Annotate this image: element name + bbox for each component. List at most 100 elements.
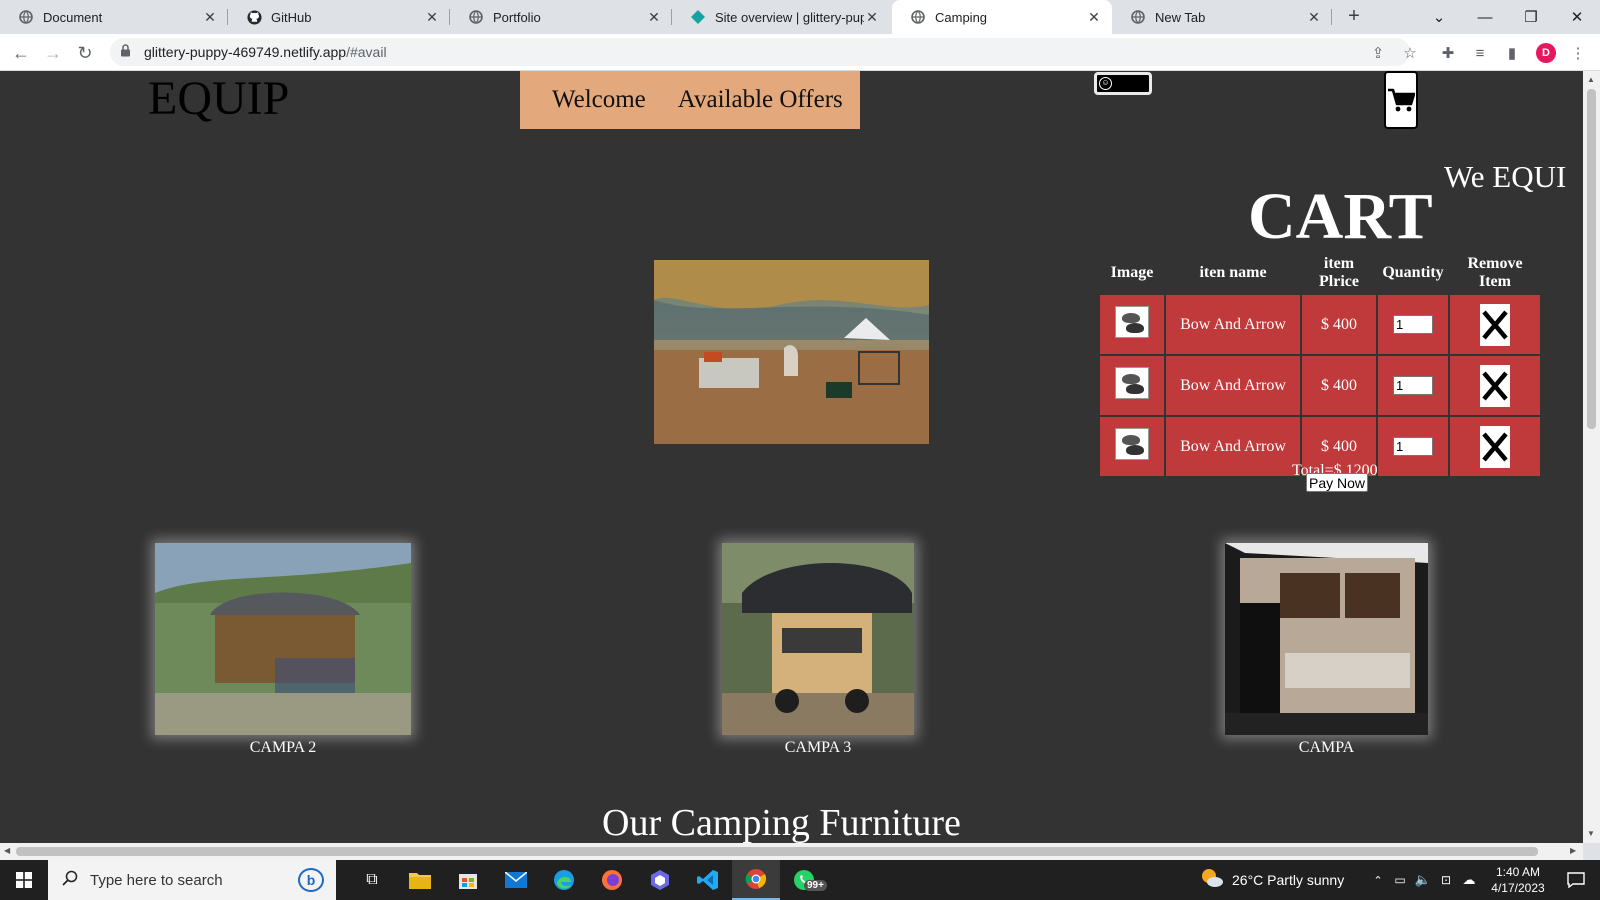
side-panel-icon[interactable]: ▮ [1500,41,1524,65]
card-caption: CAMPA 2 [249,739,317,756]
volume-icon[interactable]: 🔈 [1412,860,1434,900]
cart-header-row: Image iten name item Plrice Quantity Rem… [1100,253,1540,293]
cart-button[interactable] [1384,71,1418,129]
bing-icon[interactable]: b [298,868,324,892]
file-explorer-icon[interactable] [396,860,444,900]
tab-title: Site overview | glittery-puppy [715,9,864,25]
taskbar-search[interactable]: Type here to search b [48,860,336,900]
store-icon[interactable] [444,860,492,900]
tab-strip: Document ✕ GitHub ✕ Portfolio ✕ Site ove… [0,0,1600,34]
cart-item-name: Bow And Arrow [1166,295,1300,354]
firefox-icon[interactable] [588,860,636,900]
forward-button[interactable]: → [40,40,66,66]
header-item-price: item Plrice [1319,255,1359,290]
minimize-button[interactable]: — [1462,0,1508,34]
product-card[interactable]: CAMPA 3 [722,543,914,757]
tab-new-tab[interactable]: New Tab ✕ [1112,0,1332,34]
quantity-input[interactable] [1393,315,1433,334]
tab-camping[interactable]: Camping ✕ [892,0,1112,34]
cart-cell-image [1100,417,1164,476]
product-card[interactable]: CAMPA 2 [155,543,411,757]
horizontal-scrollbar[interactable]: ◀ ▶ [0,843,1583,860]
close-icon [1482,371,1508,400]
clock-time: 1:40 AM [1495,865,1541,879]
scrollbar-thumb[interactable] [16,847,1538,856]
tab-site-overview[interactable]: Site overview | glittery-puppy ✕ [672,0,890,34]
pay-now-button[interactable]: Pay Now [1306,473,1369,492]
search-placeholder: Type here to search [90,871,223,889]
app-icon[interactable] [636,860,684,900]
close-tab-icon[interactable]: ✕ [1086,9,1102,26]
tab-title: Document [43,9,103,25]
page-viewport: EQUIP Welcome Available Offers ☺ We EQUI… [0,71,1583,843]
share-icon[interactable]: ⇪ [1366,41,1390,65]
clock[interactable]: 1:40 AM 4/17/2023 [1484,860,1552,900]
onedrive-icon[interactable]: ☁ [1458,860,1480,900]
scroll-up-arrow-icon[interactable]: ▲ [1587,75,1595,84]
remove-item-button[interactable] [1480,364,1510,407]
theme-toggle[interactable]: ☺ [1094,72,1152,95]
tab-github[interactable]: GitHub ✕ [228,0,450,34]
network-icon[interactable]: ⊡ [1436,860,1456,900]
nav-offers-link[interactable]: Available Offers [678,86,843,114]
remove-item-button[interactable] [1480,303,1510,346]
scroll-down-arrow-icon[interactable]: ▼ [1587,829,1595,838]
browser-toolbar: ← → ↻ glittery-puppy-469749.netlify.app /… [0,34,1600,71]
profile-avatar[interactable]: D [1536,43,1556,63]
close-tab-icon[interactable]: ✕ [202,9,218,26]
cart-heading: CART [1248,180,1433,253]
address-bar[interactable]: glittery-puppy-469749.netlify.app/#avail [110,38,1410,66]
remove-item-button[interactable] [1480,425,1510,468]
vertical-scrollbar[interactable]: ▲ ▼ [1583,71,1600,843]
windows-start-icon[interactable] [0,860,48,900]
tab-document[interactable]: Document ✕ [0,0,228,34]
task-view-icon[interactable]: ⧉ [348,860,396,900]
cart-cell-remove [1450,295,1540,354]
scroll-left-arrow-icon[interactable]: ◀ [4,846,10,855]
mail-icon[interactable] [492,860,540,900]
back-button[interactable]: ← [8,40,34,66]
cart-cell-remove [1450,417,1540,476]
quantity-input[interactable] [1393,376,1433,395]
tab-portfolio[interactable]: Portfolio ✕ [450,0,672,34]
whatsapp-icon[interactable]: 99+ [780,860,828,900]
cart-cell-qty [1378,417,1448,476]
card-caption: CAMPA 3 [784,739,852,756]
lock-icon [120,44,134,60]
quantity-input[interactable] [1393,437,1433,456]
maximize-button[interactable]: ❐ [1508,0,1554,34]
tray-chevron-icon[interactable]: ⌃ [1368,860,1388,900]
close-tab-icon[interactable]: ✕ [1306,9,1322,26]
tab-title: New Tab [1155,9,1206,25]
nav-welcome-link[interactable]: Welcome [552,86,646,114]
bookmark-star-icon[interactable]: ☆ [1398,41,1422,65]
chrome-icon[interactable] [732,860,780,900]
close-window-button[interactable]: ✕ [1554,0,1600,34]
close-tab-icon[interactable]: ✕ [864,9,880,26]
product-card[interactable]: CAMPA [1225,543,1428,757]
scroll-right-arrow-icon[interactable]: ▶ [1570,846,1576,855]
cart-cell-remove [1450,356,1540,415]
new-tab-button[interactable]: + [1342,5,1366,29]
close-tab-icon[interactable]: ✕ [424,9,440,26]
notifications-icon[interactable] [1556,860,1596,900]
vscode-icon[interactable] [684,860,732,900]
card-caption: CAMPA [1298,739,1355,756]
reading-list-icon[interactable]: ≡ [1468,41,1492,65]
extensions-icon[interactable]: ✚ [1436,41,1460,65]
site-logo: EQUIP [148,72,290,125]
hero-camping-photo [654,260,929,444]
weather-text: 26°C Partly sunny [1232,872,1345,888]
campa-3-photo [722,543,914,735]
close-icon [1482,432,1508,461]
tab-search-chevron-icon[interactable]: ⌄ [1416,0,1462,34]
close-tab-icon[interactable]: ✕ [646,9,662,26]
scrollbar-thumb[interactable] [1587,89,1596,429]
menu-icon[interactable]: ⋮ [1566,41,1590,65]
tab-title: Camping [935,9,988,25]
reload-button[interactable]: ↻ [72,40,98,66]
battery-icon[interactable]: ▭ [1390,860,1410,900]
edge-icon[interactable] [540,860,588,900]
weather-widget[interactable]: 26°C Partly sunny [1200,860,1350,900]
cart-item-price: $ 400 [1302,295,1376,354]
